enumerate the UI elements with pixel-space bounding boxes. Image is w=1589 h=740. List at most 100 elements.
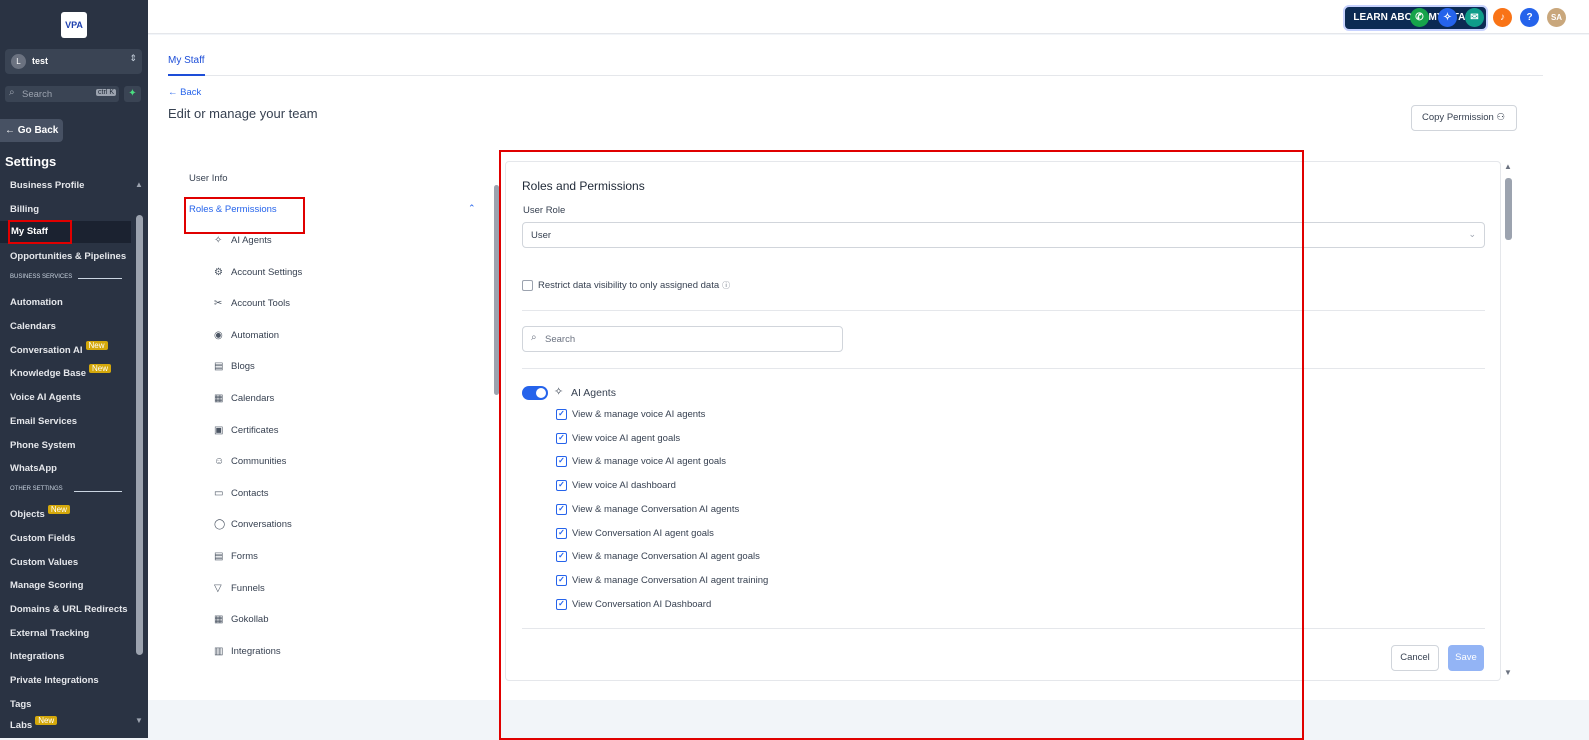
copy-permission-button[interactable]: Copy Permission ⚇ bbox=[1411, 105, 1517, 131]
sidebar-item-opportunities[interactable]: Opportunities & Pipelines bbox=[10, 251, 126, 262]
nav-item[interactable]: ▦ Gokollab bbox=[214, 614, 269, 625]
permission-checkbox[interactable]: ✓ bbox=[556, 574, 567, 586]
permission-checkbox[interactable]: ✓ bbox=[556, 503, 567, 515]
permission-label: View & manage voice AI agent goals bbox=[572, 456, 727, 468]
permission-item[interactable]: ✓ View voice AI agent goals bbox=[556, 432, 680, 444]
sidebar-item-knowledge-base[interactable]: Knowledge Base New bbox=[10, 364, 112, 379]
company-logo[interactable]: VPA bbox=[61, 12, 87, 38]
nav-item[interactable]: ▣ Certificates bbox=[214, 425, 279, 436]
sidebar-item-custom-values[interactable]: Custom Values bbox=[10, 557, 78, 568]
permission-checkbox[interactable]: ✓ bbox=[556, 551, 567, 563]
sidebar-item-labs[interactable]: Labs New bbox=[10, 716, 58, 731]
nav-item[interactable]: ▤ Forms bbox=[214, 551, 258, 562]
lightning-icon[interactable]: ✦ bbox=[124, 86, 141, 102]
permission-group-label: AI Agents bbox=[571, 387, 616, 399]
sidebar-item-my-staff[interactable]: My Staff bbox=[0, 221, 131, 243]
permission-item[interactable]: ✓ View & manage voice AI agent goals bbox=[556, 456, 726, 467]
nav-item[interactable]: ▤ Blogs bbox=[214, 361, 255, 372]
permission-checkbox[interactable]: ✓ bbox=[556, 480, 567, 492]
megaphone-icon[interactable]: ✉ bbox=[1465, 8, 1484, 27]
permission-item[interactable]: ✓ View & manage Conversation AI agent tra… bbox=[556, 574, 768, 586]
permission-checkbox[interactable]: ✓ bbox=[556, 409, 567, 420]
sidebar-item-billing[interactable]: Billing bbox=[10, 204, 39, 215]
scroll-down-icon[interactable]: ▼ bbox=[135, 716, 143, 725]
permission-label: View Conversation AI agent goals bbox=[572, 527, 714, 539]
sidebar-item-whatsapp[interactable]: WhatsApp bbox=[10, 463, 57, 474]
nav-item[interactable]: ☺ Communities bbox=[214, 456, 286, 467]
chevron-up-icon[interactable]: ⌃ bbox=[468, 203, 476, 214]
location-switcher[interactable]: L test ⇕ bbox=[5, 49, 142, 74]
nav-item[interactable]: ▦ Calendars bbox=[214, 393, 274, 404]
sidebar-item-automation[interactable]: Automation bbox=[10, 297, 63, 308]
permission-item[interactable]: ✓ View Conversation AI Dashboard bbox=[556, 598, 711, 610]
scroll-thumb[interactable] bbox=[1505, 178, 1512, 240]
nav-roles-permissions[interactable]: Roles & Permissions bbox=[189, 204, 277, 215]
cancel-button[interactable]: Cancel bbox=[1391, 645, 1439, 671]
tab-my-staff[interactable]: My Staff bbox=[168, 55, 205, 66]
phone-icon[interactable]: ✆ bbox=[1410, 8, 1429, 27]
nav-item-label: Calendars bbox=[231, 393, 275, 404]
new-badge: New bbox=[89, 364, 112, 373]
permission-checkbox[interactable]: ✓ bbox=[556, 598, 567, 610]
sidebar-item-voice-ai-agents[interactable]: Voice AI Agents bbox=[10, 392, 81, 403]
scroll-up-icon[interactable]: ▲ bbox=[1504, 162, 1512, 171]
help-icon[interactable]: ? bbox=[1520, 8, 1539, 27]
user-role-select[interactable]: User ⌄ bbox=[522, 222, 1485, 248]
sidebar-item-email-services[interactable]: Email Services bbox=[10, 416, 77, 427]
permission-item[interactable]: ✓ View voice AI dashboard bbox=[556, 480, 676, 491]
sidebar-scrollbar[interactable]: ▲ ▼ bbox=[134, 180, 144, 725]
sidebar-item-calendars[interactable]: Calendars bbox=[10, 321, 56, 332]
sidebar-item-private-integrations[interactable]: Private Integrations bbox=[10, 675, 99, 686]
permission-checkbox[interactable]: ✓ bbox=[556, 456, 567, 468]
info-icon[interactable]: ⓘ bbox=[722, 281, 730, 290]
sidebar-search[interactable]: ⌕ Search ctrl K bbox=[5, 86, 119, 102]
nav-item-label: Contacts bbox=[231, 487, 269, 499]
nav-item[interactable]: ⚙ Account Settings bbox=[214, 267, 302, 278]
save-button[interactable]: Save bbox=[1448, 645, 1484, 671]
nav-item[interactable]: ◯ Conversations bbox=[214, 519, 292, 530]
restrict-visibility-option[interactable]: Restrict data visibility to only assigne… bbox=[522, 280, 730, 291]
permission-item[interactable]: ✓ View & manage Conversation AI agent goa… bbox=[556, 551, 760, 562]
nav-user-info[interactable]: User Info bbox=[189, 173, 228, 184]
scroll-thumb[interactable] bbox=[136, 215, 143, 655]
sidebar-item-conversation-ai[interactable]: Conversation AI New bbox=[10, 341, 108, 356]
scroll-up-icon[interactable]: ▲ bbox=[135, 180, 143, 189]
bell-icon[interactable]: ♪ bbox=[1493, 8, 1512, 27]
nav-scrollbar[interactable] bbox=[493, 175, 499, 675]
sidebar-item-phone-system[interactable]: Phone System bbox=[10, 440, 75, 451]
sidebar-item-manage-scoring[interactable]: Manage Scoring bbox=[10, 580, 83, 591]
scroll-thumb[interactable] bbox=[494, 185, 499, 395]
scroll-down-icon[interactable]: ▼ bbox=[1504, 668, 1512, 677]
sidebar-item-tags[interactable]: Tags bbox=[10, 699, 31, 710]
nav-item[interactable]: ▭ Contacts bbox=[214, 488, 269, 499]
sidebar-item-domains[interactable]: Domains & URL Redirects bbox=[10, 604, 128, 615]
permission-checkbox[interactable]: ✓ bbox=[556, 527, 567, 539]
permission-item[interactable]: ✓ View Conversation AI agent goals bbox=[556, 527, 714, 539]
nav-item[interactable]: ✂ Account Tools bbox=[214, 298, 290, 309]
sparkle-icon[interactable]: ✧ bbox=[1438, 8, 1457, 27]
nav-item[interactable]: ▽ Funnels bbox=[214, 583, 265, 594]
nav-item[interactable]: ◉ Automation bbox=[214, 330, 279, 341]
back-link[interactable]: ← Back bbox=[168, 87, 201, 98]
permission-search-input[interactable]: ⌕ Search bbox=[522, 326, 843, 352]
nav-item-icon: ▽ bbox=[214, 582, 222, 594]
nav-item[interactable]: ✧ AI Agents bbox=[214, 235, 272, 246]
sidebar-item-custom-fields[interactable]: Custom Fields bbox=[10, 533, 75, 544]
permission-checkbox[interactable]: ✓ bbox=[556, 432, 567, 444]
sidebar-item-external-tracking[interactable]: External Tracking bbox=[10, 628, 89, 639]
nav-item-icon: ✂ bbox=[214, 298, 223, 310]
permission-item[interactable]: ✓ View & manage Conversation AI agents bbox=[556, 503, 739, 515]
copy-permission-label: Copy Permission bbox=[1422, 112, 1494, 123]
go-back-button[interactable]: ← Go Back bbox=[0, 119, 63, 142]
sidebar-item-objects[interactable]: Objects New bbox=[10, 505, 70, 520]
sidebar-item-business-profile[interactable]: Business Profile bbox=[10, 180, 84, 191]
ai-agents-toggle[interactable] bbox=[522, 386, 548, 400]
sidebar-item-integrations[interactable]: Integrations bbox=[10, 651, 64, 662]
nav-item-label: Conversations bbox=[231, 519, 292, 531]
nav-item[interactable]: ▥ Integrations bbox=[214, 646, 281, 657]
section-other-settings: OTHER SETTINGS bbox=[10, 486, 63, 492]
permission-item[interactable]: ✓ View & manage voice AI agents bbox=[556, 409, 705, 420]
panel-scrollbar[interactable]: ▲ ▼ bbox=[1503, 162, 1513, 677]
restrict-checkbox[interactable] bbox=[522, 280, 533, 291]
user-avatar[interactable]: SA bbox=[1547, 8, 1566, 27]
